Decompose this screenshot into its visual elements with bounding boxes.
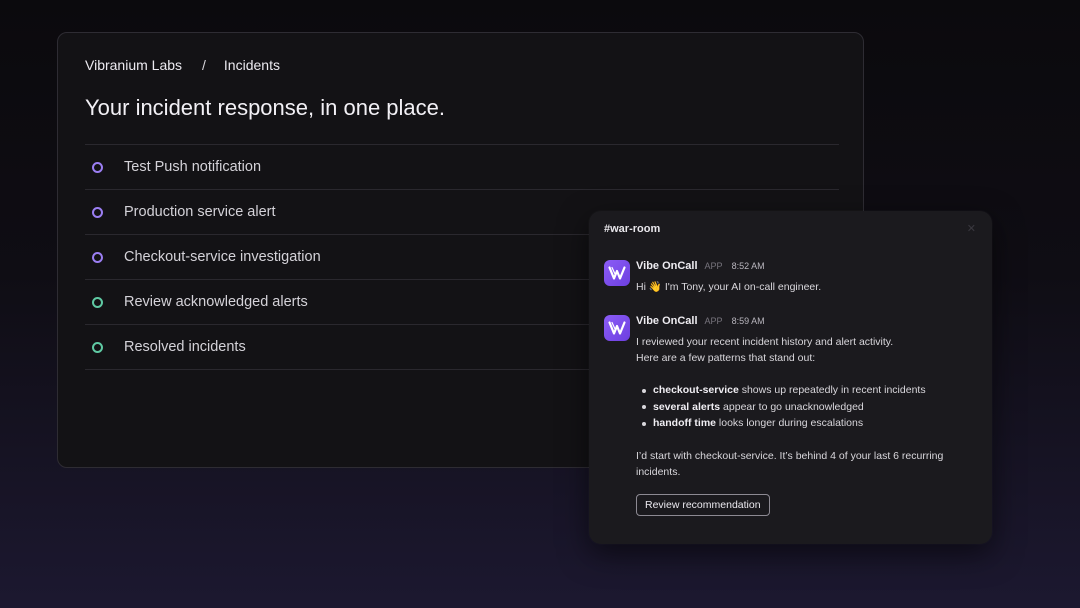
chat-panel: #war-room ✕ Vibe OnCall APP 8:52 AM Hi 👋… <box>589 211 992 544</box>
close-icon[interactable]: ✕ <box>967 222 976 235</box>
app-badge: APP <box>704 316 723 326</box>
sender-name[interactable]: Vibe OnCall <box>636 260 698 272</box>
pattern-item: checkout-service shows up repeatedly in … <box>636 382 986 399</box>
breadcrumb-separator: / <box>202 57 206 73</box>
vibe-logo-icon <box>608 266 626 280</box>
message-closing-line: incidents. <box>636 465 681 478</box>
review-recommendation-button[interactable]: Review recommendation <box>636 493 770 516</box>
breadcrumb: Vibranium Labs / Incidents <box>85 57 280 73</box>
pattern-text: shows up repeatedly in recent incidents <box>738 384 926 396</box>
message-body: Vibe OnCall APP 8:52 AM Hi 👋 I'm Tony, y… <box>636 260 986 295</box>
message-body: Vibe OnCall APP 8:59 AM I reviewed your … <box>636 315 986 516</box>
message-intro-line: Here are a few patterns that stand out: <box>636 352 816 364</box>
sender-name[interactable]: Vibe OnCall <box>636 315 698 327</box>
status-dot-icon <box>92 206 103 218</box>
incident-item-test-push[interactable]: Test Push notification <box>85 145 839 190</box>
vibe-logo-icon <box>608 321 626 335</box>
message-time: 8:59 AM <box>731 316 765 326</box>
app-badge: APP <box>704 261 723 271</box>
pattern-item: handoff time looks longer during escalat… <box>636 415 986 432</box>
incident-label: Checkout-service investigation <box>124 249 321 265</box>
page-title: Your incident response, in one place. <box>85 95 445 120</box>
pattern-keyword: checkout-service <box>653 384 739 396</box>
breadcrumb-org[interactable]: Vibranium Labs <box>85 57 182 73</box>
message-text: Hi 👋 I'm Tony, your AI on-call engineer. <box>636 281 822 293</box>
status-dot-icon <box>92 296 103 308</box>
pattern-text: looks longer during escalations <box>716 417 864 429</box>
pattern-text: appear to go unacknowledged <box>720 400 864 413</box>
bot-avatar <box>604 260 630 286</box>
breadcrumb-section[interactable]: Incidents <box>224 57 280 73</box>
status-dot-icon <box>92 161 103 173</box>
message-header: Vibe OnCall APP 8:59 AM <box>636 315 986 329</box>
message-intro-line: I reviewed your recent incident history … <box>636 336 894 348</box>
channel-name: #war-room <box>604 223 661 235</box>
status-dot-icon <box>92 251 103 263</box>
incident-label: Review acknowledged alerts <box>124 294 308 310</box>
pattern-keyword: several alerts <box>653 400 721 413</box>
message-time: 8:52 AM <box>731 261 765 271</box>
pattern-item: several alerts appear to go unacknowledg… <box>636 399 986 416</box>
incident-label: Resolved incidents <box>124 339 246 355</box>
message-header: Vibe OnCall APP 8:52 AM <box>636 260 986 274</box>
status-dot-icon <box>92 341 103 353</box>
bot-avatar <box>604 315 630 341</box>
incident-label: Production service alert <box>124 204 276 220</box>
message-closing-line: I’d start with checkout-service. It’s be… <box>636 449 944 462</box>
pattern-list: checkout-service shows up repeatedly in … <box>636 382 986 432</box>
pattern-keyword: handoff time <box>653 417 716 429</box>
incident-label: Test Push notification <box>124 159 262 175</box>
